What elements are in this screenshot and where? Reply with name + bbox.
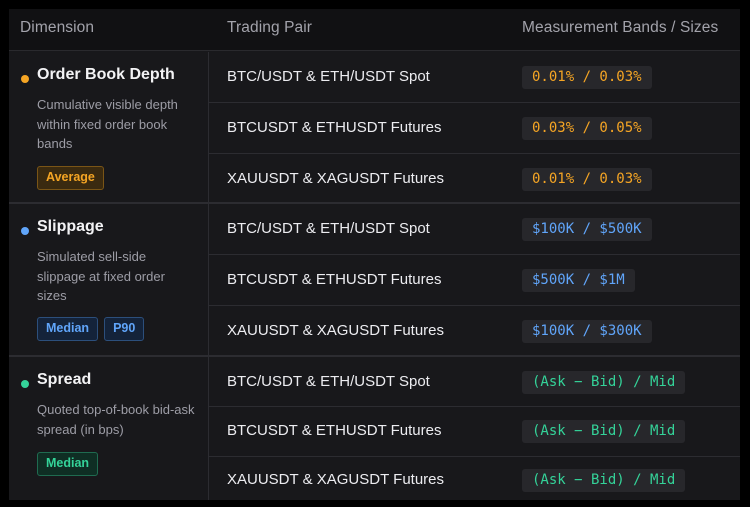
trading-pair: BTCUSDT & ETHUSDT Futures — [227, 422, 442, 439]
dimension-cell: Spread Quoted top-of-book bid-ask spread… — [9, 357, 209, 500]
measurement-band: $100K / $500K — [522, 218, 652, 241]
group-slippage: Slippage Simulated sell-side slippage at… — [9, 204, 740, 357]
measurement-band: $500K / $1M — [522, 269, 635, 292]
table-row: BTC/USDT & ETH/USDT Spot $100K / $500K — [209, 204, 740, 255]
trading-pair: BTCUSDT & ETHUSDT Futures — [227, 119, 442, 136]
table-row: BTCUSDT & ETHUSDT Futures (Ask − Bid) / … — [209, 407, 740, 457]
header-measurement-bands: Measurement Bands / Sizes — [522, 19, 719, 36]
measurement-band: (Ask − Bid) / Mid — [522, 420, 686, 443]
trading-pair: XAUUSDT & XAGUSDT Futures — [227, 322, 445, 339]
badge-median: Median — [37, 452, 99, 476]
dimension-cell: Slippage Simulated sell-side slippage at… — [9, 204, 209, 355]
table-row: XAUUSDT & XAGUSDT Futures $100K / $300K — [209, 306, 740, 357]
dimension-description: Quoted top-of-book bid-ask spread (in bp… — [37, 402, 195, 437]
table-row: BTC/USDT & ETH/USDT Spot 0.01% / 0.03% — [209, 52, 740, 103]
dimension-title: Slippage — [37, 218, 104, 235]
table-row: BTC/USDT & ETH/USDT Spot (Ask − Bid) / M… — [209, 357, 740, 407]
dimension-title: Spread — [37, 371, 92, 388]
trading-pair: BTC/USDT & ETH/USDT Spot — [227, 220, 430, 237]
measurement-band: 0.03% / 0.05% — [522, 117, 652, 140]
metrics-table: Dimension Trading Pair Measurement Bands… — [9, 9, 740, 500]
measurement-band: 0.01% / 0.03% — [522, 168, 652, 191]
measurement-band: (Ask − Bid) / Mid — [522, 371, 686, 394]
group-order-book-depth: Order Book Depth Cumulative visible dept… — [9, 52, 740, 204]
table-row: XAUUSDT & XAGUSDT Futures (Ask − Bid) / … — [209, 457, 740, 500]
measurement-band: 0.01% / 0.03% — [522, 66, 652, 89]
badge-average: Average — [37, 166, 104, 190]
green-dot-icon — [21, 380, 29, 388]
table-row: BTCUSDT & ETHUSDT Futures 0.03% / 0.05% — [209, 103, 740, 154]
badge-list: Median P90 — [37, 317, 145, 341]
trading-pair: BTCUSDT & ETHUSDT Futures — [227, 271, 442, 288]
trading-pair: BTC/USDT & ETH/USDT Spot — [227, 373, 430, 390]
trading-pair: XAUUSDT & XAGUSDT Futures — [227, 471, 445, 488]
table-row: BTCUSDT & ETHUSDT Futures $500K / $1M — [209, 255, 740, 306]
dimension-description: Cumulative visible depth within fixed or… — [37, 97, 178, 151]
table-row: XAUUSDT & XAGUSDT Futures 0.01% / 0.03% — [209, 154, 740, 204]
trading-pair: XAUUSDT & XAGUSDT Futures — [227, 170, 445, 187]
badge-list: Average — [37, 166, 104, 190]
trading-pair: BTC/USDT & ETH/USDT Spot — [227, 68, 430, 85]
dimension-cell: Order Book Depth Cumulative visible dept… — [9, 52, 209, 202]
dimension-description: Simulated sell-side slippage at fixed or… — [37, 249, 165, 303]
measurement-band: (Ask − Bid) / Mid — [522, 469, 686, 492]
orange-dot-icon — [21, 75, 29, 83]
blue-dot-icon — [21, 227, 29, 235]
badge-median: Median — [37, 317, 99, 341]
table-header: Dimension Trading Pair Measurement Bands… — [9, 9, 740, 51]
badge-p90: P90 — [104, 317, 145, 341]
dimension-title: Order Book Depth — [37, 66, 175, 83]
header-dimension: Dimension — [20, 19, 95, 36]
measurement-band: $100K / $300K — [522, 320, 652, 343]
header-trading-pair: Trading Pair — [227, 19, 313, 36]
badge-list: Median — [37, 452, 99, 476]
group-spread: Spread Quoted top-of-book bid-ask spread… — [9, 357, 740, 500]
